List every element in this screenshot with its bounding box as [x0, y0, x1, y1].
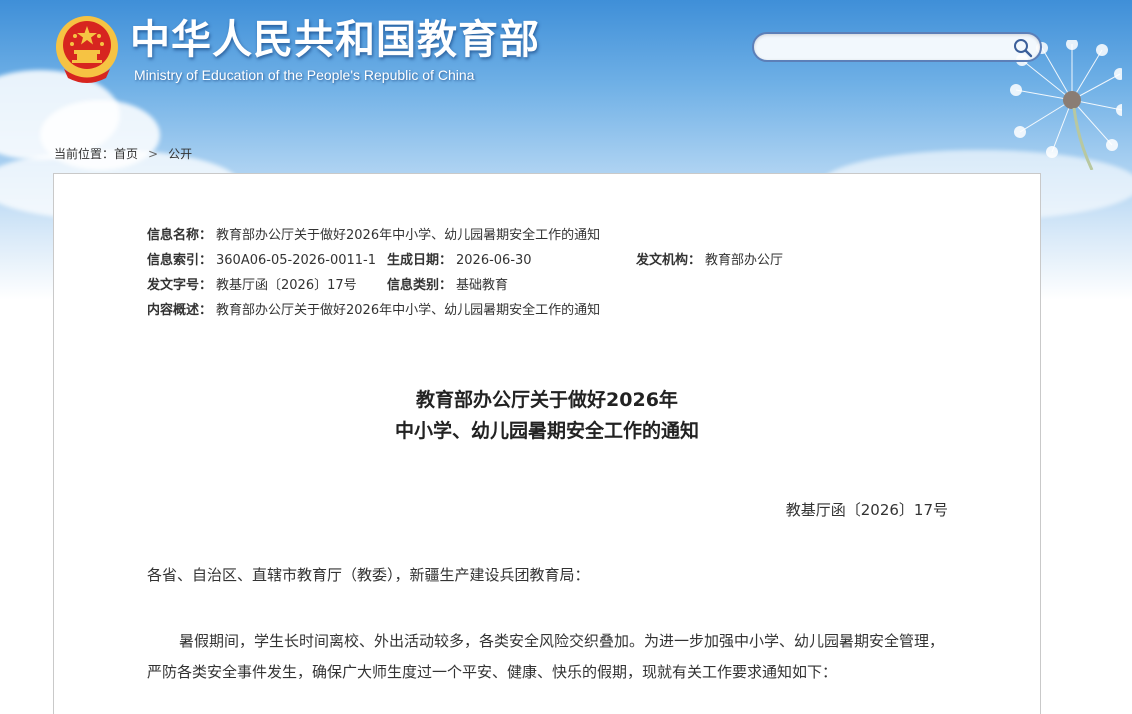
- site-title[interactable]: 中华人民共和国教育部: [130, 16, 540, 64]
- meta-value-category: 基础教育: [456, 278, 509, 293]
- document-title-line1: 教育部办公厅关于做好2026年: [416, 389, 678, 411]
- breadcrumb-prefix: 当前位置：: [54, 147, 115, 161]
- document-paragraph: 暑假期间，学生长时间离校、外出活动较多，各类安全风险交织叠加。为进一步加强中小学…: [147, 632, 945, 681]
- info-metadata: 信息名称： 教育部办公厅关于做好2026年中小学、幼儿园暑期安全工作的通知 信息索…: [147, 226, 783, 326]
- meta-label-org: 发文机构：: [636, 253, 702, 268]
- meta-value-name: 教育部办公厅关于做好2026年中小学、幼儿园暑期安全工作的通知: [216, 228, 601, 243]
- meta-value-docno: 教基厅函〔2026〕17号: [216, 278, 357, 293]
- meta-value-org: 教育部办公厅: [705, 253, 784, 268]
- meta-label-category: 信息类别：: [387, 278, 453, 293]
- meta-value-index: 360A06-05-2026-0011-1: [216, 253, 377, 268]
- meta-label-date: 生成日期：: [387, 253, 453, 268]
- breadcrumb-item-public[interactable]: 公开: [168, 147, 192, 161]
- site-subtitle: Ministry of Education of the People's Re…: [134, 67, 475, 83]
- meta-row-name: 信息名称： 教育部办公厅关于做好2026年中小学、幼儿园暑期安全工作的通知: [147, 226, 600, 251]
- search-box: [752, 32, 1042, 62]
- national-emblem-icon: [56, 16, 118, 83]
- search-icon[interactable]: [1012, 37, 1034, 59]
- document-number: 教基厅函〔2026〕17号: [785, 501, 948, 519]
- meta-row-index: 信息索引： 360A06-05-2026-0011-1 生成日期： 2026-06-…: [147, 251, 783, 276]
- meta-label-docno: 发文字号：: [147, 278, 213, 293]
- meta-row-summary: 内容概述： 教育部办公厅关于做好2026年中小学、幼儿园暑期安全工作的通知: [147, 301, 600, 326]
- document-title-line2: 中小学、幼儿园暑期安全工作的通知: [394, 420, 699, 442]
- meta-label-summary: 内容概述：: [147, 303, 213, 318]
- meta-value-summary: 教育部办公厅关于做好2026年中小学、幼儿园暑期安全工作的通知: [216, 303, 601, 318]
- document-addressee: 各省、自治区、直辖市教育厅（教委），新疆生产建设兵团教育局：: [147, 566, 590, 584]
- breadcrumb-item-home[interactable]: 首页: [114, 147, 138, 161]
- chevron-right-icon: >: [148, 147, 159, 161]
- document-title: 教育部办公厅关于做好2026年 中小学、幼儿园暑期安全工作的通知: [147, 385, 947, 447]
- search-input[interactable]: [766, 37, 1010, 59]
- meta-value-date: 2026-06-30: [456, 253, 532, 268]
- meta-row-docno: 发文字号： 教基厅函〔2026〕17号 信息类别： 基础教育: [147, 276, 600, 301]
- meta-label-name: 信息名称：: [147, 228, 213, 243]
- meta-label-index: 信息索引：: [147, 253, 213, 268]
- breadcrumb: 当前位置：首页 > 公开: [54, 145, 192, 162]
